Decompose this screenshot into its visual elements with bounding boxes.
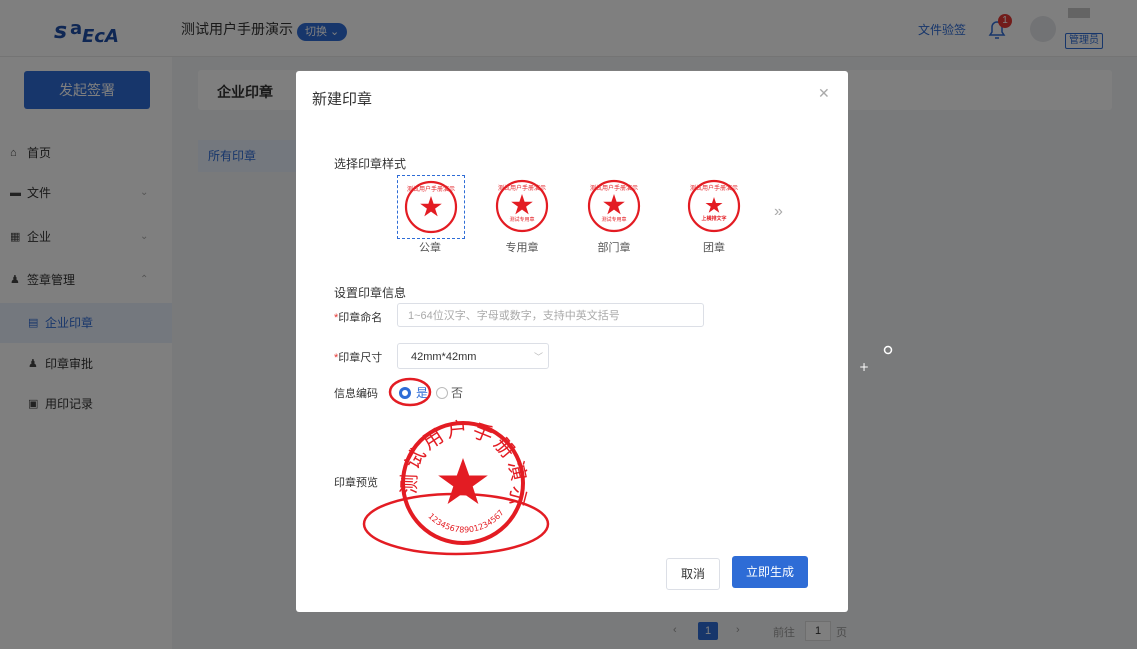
- special-seal-icon: 测试用户手册演示 测试专用章: [495, 179, 549, 233]
- info-encode-label: 信息编码: [334, 388, 378, 400]
- style-caption: 专用章: [505, 242, 539, 254]
- seal-name-label: *印章命名: [334, 309, 382, 325]
- seal-style-department[interactable]: 测试用户手册演示 测试专用章: [581, 175, 647, 237]
- preview-code-text: 12345678901234567: [426, 508, 505, 534]
- cancel-button[interactable]: 取消: [666, 558, 720, 590]
- seal-size-label: *印章尺寸: [334, 349, 382, 365]
- generate-button[interactable]: 立即生成: [732, 556, 808, 588]
- style-section-label: 选择印章样式: [334, 157, 407, 171]
- official-seal-icon: 测试用户手册演示: [404, 180, 458, 234]
- seal-text: 测试用户手册演示: [590, 184, 638, 192]
- double-chevron-right-icon[interactable]: »: [774, 203, 783, 221]
- seal-subtext: 测试专用章: [509, 216, 534, 223]
- encode-yes-label[interactable]: 是: [416, 384, 428, 401]
- style-caption: 团章: [703, 242, 725, 254]
- encode-no-radio[interactable]: [436, 387, 448, 399]
- chevron-down-icon: ﹀: [534, 352, 544, 362]
- style-caption: 部门章: [597, 242, 631, 254]
- info-section-label: 设置印章信息: [334, 286, 407, 300]
- seal-text: 测试用户手册演示: [498, 184, 546, 192]
- group-seal-icon: 测试用户手册演示 上横排文字: [687, 179, 741, 233]
- seal-text: 测试用户手册演示: [407, 185, 455, 193]
- seal-name-input[interactable]: 1~64位汉字、字母或数字，支持中英文括号: [397, 303, 704, 327]
- seal-style-group[interactable]: 测试用户手册演示 上横排文字: [681, 175, 747, 237]
- new-seal-dialog: 新建印章 ✕ 选择印章样式 测试用户手册演示 公章 测试用户手册演示 测试专用章…: [296, 71, 848, 612]
- encode-no-label[interactable]: 否: [451, 384, 463, 401]
- dialog-title: 新建印章: [312, 91, 373, 108]
- seal-subtext: 上横排文字: [701, 215, 726, 222]
- seal-preview: 测试用户手册演示 12345678901234567: [397, 417, 529, 545]
- preview-label: 印章预览: [334, 477, 378, 489]
- seal-size-select[interactable]: 42mm*42mm ﹀: [397, 343, 549, 369]
- seal-style-special[interactable]: 测试用户手册演示 测试专用章: [489, 175, 555, 237]
- style-caption: 公章: [419, 242, 441, 254]
- seal-size-value: 42mm*42mm: [411, 351, 477, 363]
- seal-size-label-text: 印章尺寸: [338, 352, 383, 364]
- encode-yes-radio[interactable]: [399, 387, 411, 399]
- seal-text: 测试用户手册演示: [690, 184, 738, 192]
- seal-style-official[interactable]: 测试用户手册演示: [397, 175, 465, 239]
- seal-name-label-text: 印章命名: [338, 312, 383, 324]
- close-icon[interactable]: ✕: [818, 85, 830, 102]
- seal-subtext: 测试专用章: [601, 216, 626, 223]
- department-seal-icon: 测试用户手册演示 测试专用章: [587, 179, 641, 233]
